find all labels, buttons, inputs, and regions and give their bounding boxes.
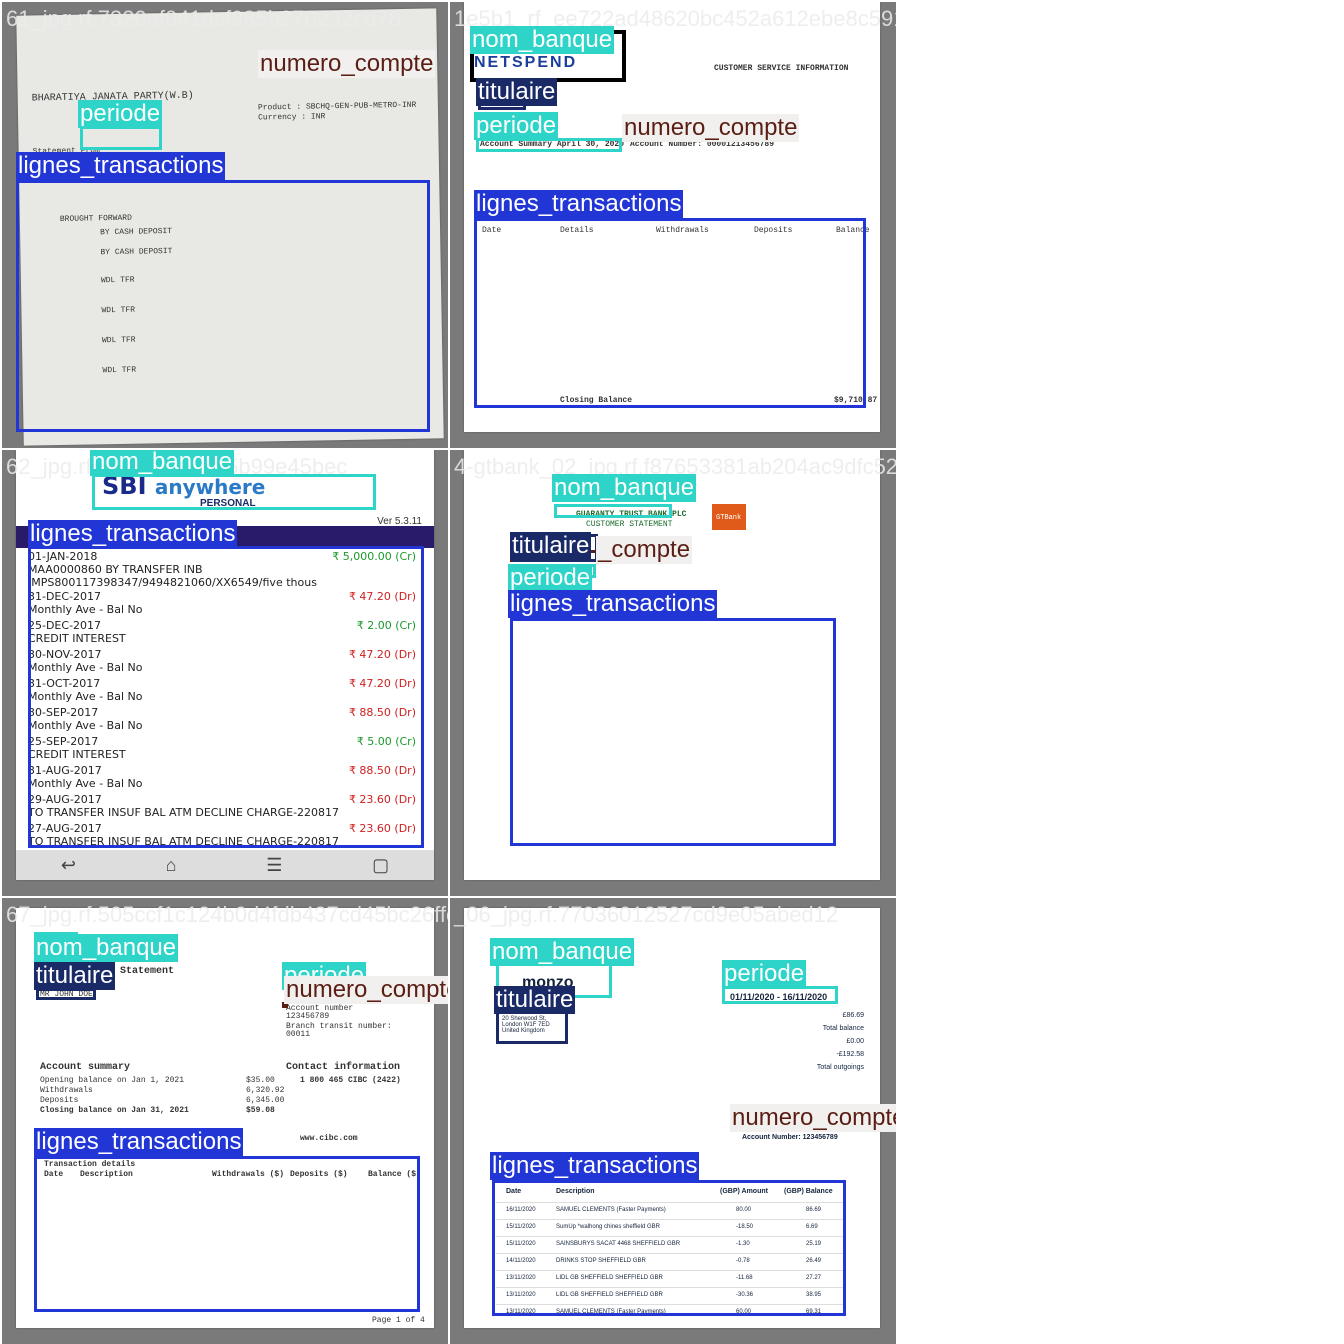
label-lignes-transactions: lignes_transactions <box>508 590 718 618</box>
opening-balance-label: Opening balance on Jan 1, 2021 <box>40 1076 185 1085</box>
label-titulaire: titulaire <box>476 78 558 106</box>
bbox-periode <box>722 986 838 1004</box>
tile-61: BHARATIYA JANATA PARTY(W.B) Statement Fr… <box>2 2 448 448</box>
label-nom-banque: nom_banque <box>90 450 235 476</box>
label-lignes-transactions: lignes_transactions <box>34 1128 244 1156</box>
contact-web: www.cibc.com <box>300 1134 358 1143</box>
total-line: £86.69 <box>842 1012 864 1019</box>
bbox-periode <box>476 138 622 152</box>
withdrawals-value: 6,320.92 <box>246 1086 285 1095</box>
label-nom-banque: nom_banque <box>552 474 697 502</box>
opening-balance-value: $35.00 <box>246 1076 275 1085</box>
label-titulaire: titulaire <box>34 962 116 990</box>
bbox-lignes-transactions <box>28 546 424 848</box>
statement-title: CUSTOMER STATEMENT <box>586 520 673 529</box>
label-nom-banque: nom_banque <box>34 934 179 962</box>
doc-line: Currency : INR <box>258 112 326 123</box>
back-icon[interactable]: ↩ <box>61 855 76 876</box>
label-numero-compte: numero_compte <box>258 50 436 78</box>
menu-icon[interactable]: ☰ <box>266 855 282 876</box>
total-line: Total outgoings <box>816 1064 864 1071</box>
home-icon[interactable]: ⌂ <box>166 855 177 876</box>
label-numero-compte: numero_compte <box>730 1104 896 1132</box>
bbox-lignes-transactions <box>492 1180 846 1316</box>
doc-line: Product : SBCHQ-GEN-PUB-METRO-INR <box>257 100 417 113</box>
label-lignes-transactions: lignes_transactions <box>490 1152 700 1180</box>
label-periode: periode <box>474 112 559 140</box>
label-periode: periode <box>722 960 807 988</box>
doc-line: CUSTOMER SERVICE INFORMATION <box>714 64 849 73</box>
statement-heading: Statement <box>120 966 175 977</box>
gtbank-logo-text: GTBank <box>716 514 742 522</box>
account-number: Account Number: 123456789 <box>742 1134 838 1141</box>
image-filename: 61_jpg.rf.7320af041dcf985b270232cd78 <box>6 6 402 31</box>
label-nom-banque: nom_banque <box>490 938 635 966</box>
total-line: -£192.58 <box>836 1051 864 1058</box>
account-number-value: 123456789 <box>286 1012 330 1021</box>
tile-monzo: monzo Mr John Doe20 Sherwood St,London W… <box>450 898 896 1344</box>
image-filename: _06_jpg.rf.77036012527cd9e05abed12 <box>454 902 839 927</box>
account-summary-title: Account summary <box>40 1062 131 1073</box>
label-numero-compte: numero_compte <box>622 114 800 142</box>
recent-apps-icon[interactable]: ▢ <box>372 855 389 876</box>
contact-phone: 1 800 465 CIBC (2422) <box>300 1076 401 1085</box>
withdrawals-label: Withdrawals <box>40 1086 93 1095</box>
bbox-nom-banque <box>92 474 376 510</box>
page-number: Page 1 of 4 <box>372 1316 425 1325</box>
label-lignes-transactions: lignes_transactions <box>16 152 226 180</box>
image-filename: 67_jpg.rf.505ccf1c124b0d4fdb437cd45bc26f… <box>6 902 448 927</box>
tile-netspend: NETSPEND CUSTOMER SERVICE INFORMATION Ac… <box>450 2 896 448</box>
totals-block: £86.69 Total balance £0.00 -£192.58 Total ou… <box>817 1012 864 1077</box>
tile-sbi: SBI anywhere PERSONAL Ver 5.3.11 01-JAN-… <box>2 450 448 896</box>
tile-gtbank: GUARANTY TRUST BANK PLC CUSTOMER STATEME… <box>450 450 896 896</box>
bbox-periode <box>80 126 162 150</box>
label-titulaire: titulaire <box>494 986 576 1014</box>
bbox-lignes-transactions <box>16 180 430 432</box>
bbox-nom-banque <box>554 504 672 518</box>
android-nav-bar: ↩ ⌂ ☰ ▢ <box>16 850 434 880</box>
label-periode: periode <box>78 100 163 128</box>
label-titulaire: titulaire <box>510 532 592 560</box>
bbox-lignes-transactions <box>474 218 866 408</box>
label-numero-compte: _compte <box>596 536 693 564</box>
total-line: £0.00 <box>846 1038 864 1045</box>
label-periode: periode <box>508 564 593 592</box>
contact-title: Contact information <box>286 1062 401 1073</box>
deposits-label: Deposits <box>40 1096 79 1105</box>
total-line: Total balance <box>822 1025 864 1032</box>
bbox-lignes-transactions <box>510 618 836 846</box>
label-lignes-transactions: lignes_transactions <box>474 190 684 218</box>
closing-balance-label: Closing balance on Jan 31, 2021 <box>40 1106 189 1115</box>
bbox-lignes-transactions <box>34 1156 420 1312</box>
tile-cibc: Statement MR JOHN DOE Account number 123… <box>2 898 448 1344</box>
deposits-value: 6,345.00 <box>246 1096 285 1105</box>
label-nom-banque: nom_banque <box>470 26 615 54</box>
closing-balance-value: $59.08 <box>246 1106 275 1115</box>
label-numero-compte: numero_compte <box>284 976 448 1004</box>
transit-value: 00011 <box>286 1030 311 1039</box>
label-lignes-transactions: lignes_transactions <box>28 520 238 548</box>
